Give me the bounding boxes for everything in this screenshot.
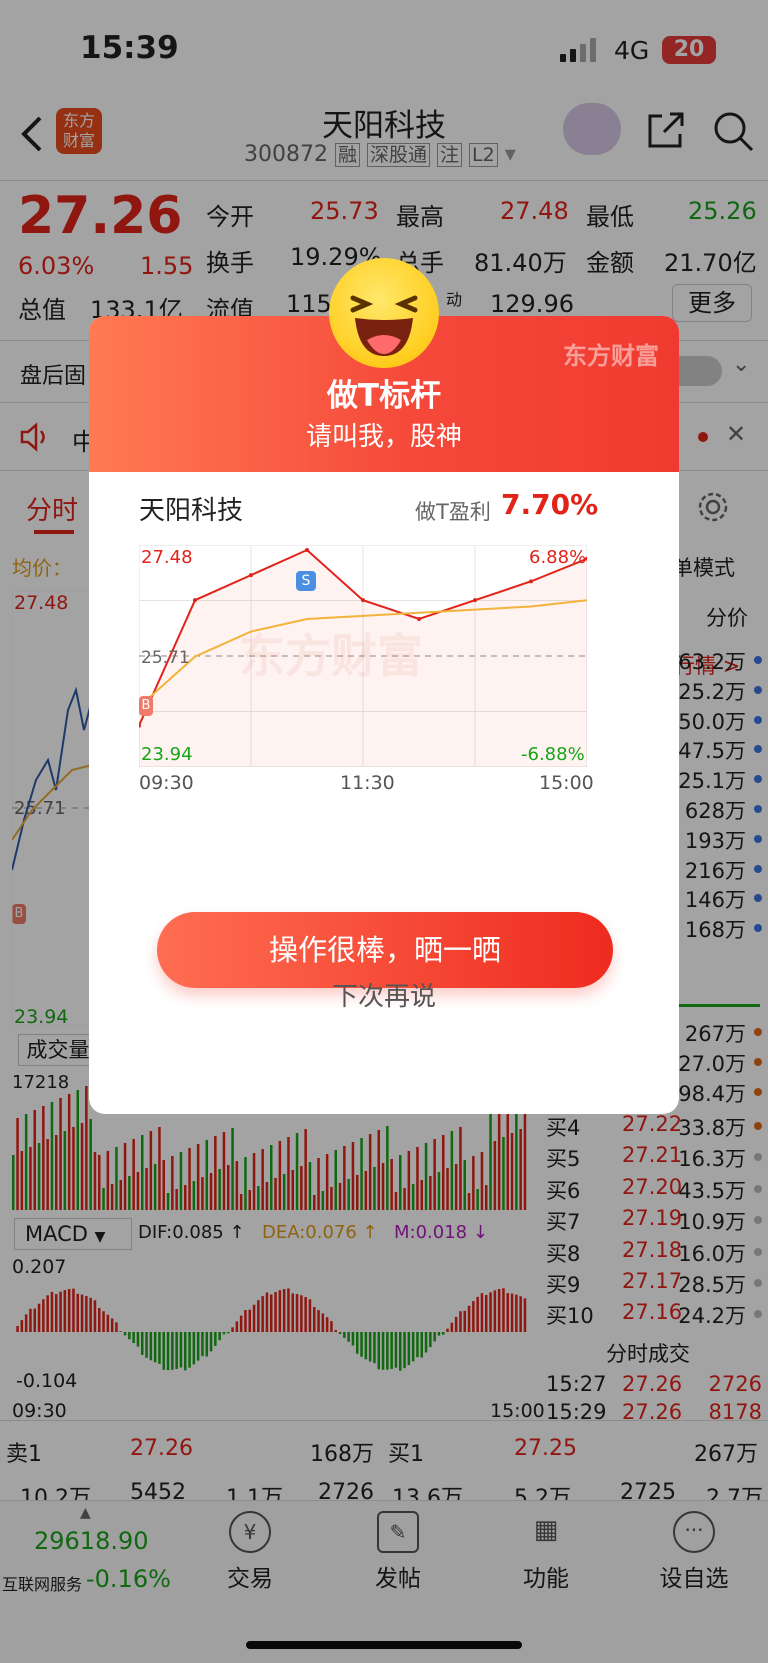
- t-trading-modal: 东方财富 做T标杆 请叫我，股神 天阳科技 做T盈利 7.70% 东方财富 27…: [89, 316, 679, 1114]
- price-point: [305, 548, 309, 553]
- modal-subtitle: 请叫我，股神: [305, 422, 462, 452]
- time-start: 09:30: [139, 772, 194, 794]
- time-end: 15:00: [539, 772, 594, 794]
- chart-high-label: 27.48: [141, 547, 193, 568]
- modal-stock-name: 天阳科技: [139, 496, 244, 526]
- buy-marker: B: [139, 696, 153, 716]
- time-mid: 11:30: [340, 772, 395, 794]
- chart-pre-label: 25.71: [141, 648, 190, 668]
- price-point: [473, 598, 477, 603]
- price-point: [193, 598, 197, 603]
- price-point: [361, 598, 365, 603]
- profit-value: 7.70%: [501, 488, 599, 521]
- price-point: [529, 579, 533, 584]
- modal-title: 做T标杆: [326, 378, 442, 414]
- brand-watermark: 东方财富: [563, 342, 659, 370]
- chart-watermark: 东方财富: [239, 629, 423, 683]
- chart-pct-high: 6.88%: [529, 547, 587, 568]
- chart-pct-low: -6.88%: [521, 744, 585, 765]
- profit-label: 做T盈利: [415, 500, 491, 524]
- laughing-emoji-icon: [329, 258, 439, 368]
- price-point: [249, 573, 253, 578]
- later-button[interactable]: 下次再说: [89, 976, 679, 1013]
- chart-low-label: 23.94: [141, 744, 193, 765]
- sell-marker: S: [296, 571, 316, 591]
